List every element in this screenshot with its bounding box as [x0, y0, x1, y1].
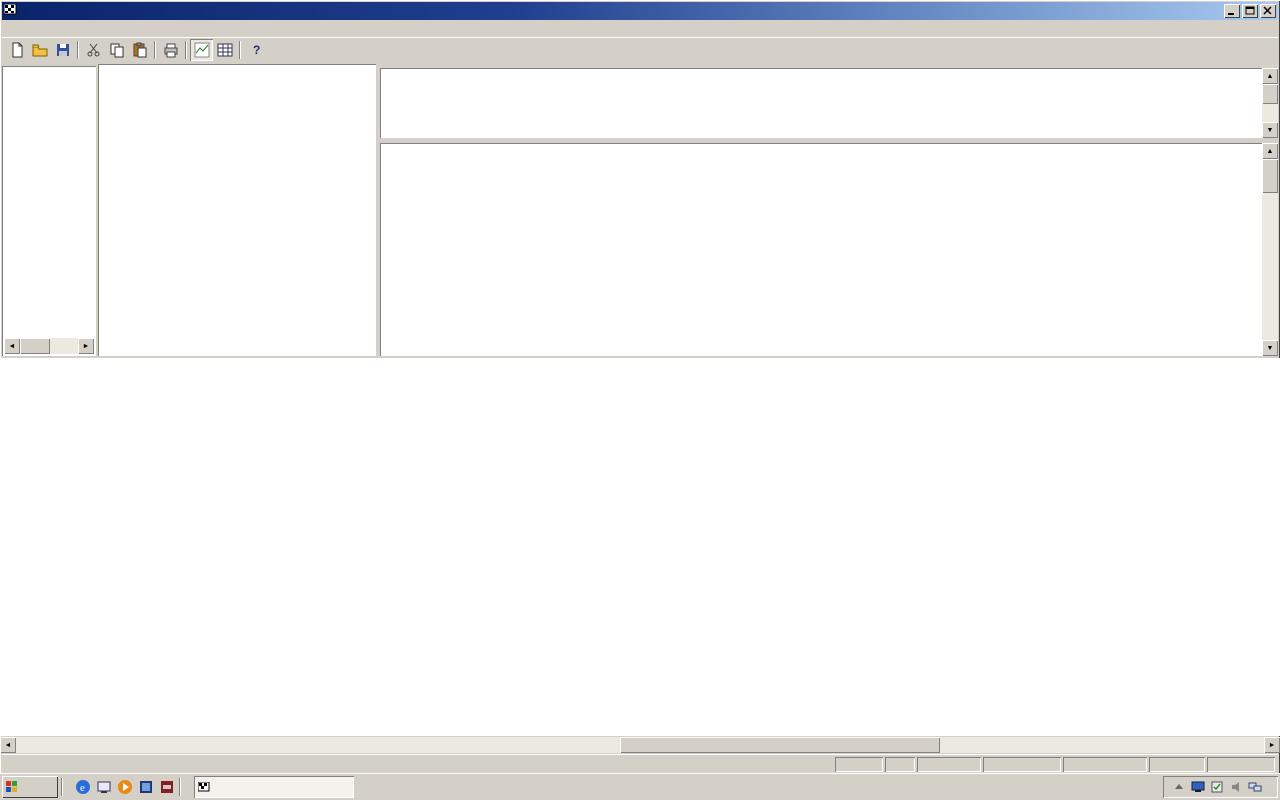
taskbar-separator — [179, 778, 181, 796]
status-distance — [917, 757, 981, 772]
status-integration-method — [1207, 757, 1275, 772]
main-area: ◄ ► ▲ ▼ ▲ — [0, 62, 1280, 358]
menu-bar — [2, 20, 1278, 37]
paste-icon — [132, 42, 148, 58]
status-longitude — [1063, 757, 1147, 772]
application-window: ? ◄ ► ▲ ▼ — [0, 0, 1280, 800]
new-document-icon — [9, 42, 25, 58]
toolbar-separator — [239, 41, 241, 59]
status-avg-label — [885, 757, 915, 772]
menu-view[interactable] — [26, 28, 38, 30]
hidden-icons-button[interactable] — [1171, 780, 1186, 795]
menu-edit[interactable] — [14, 28, 26, 30]
title-bar[interactable] — [2, 2, 1278, 20]
status-bar — [2, 754, 1278, 773]
chart-horizontal-scrollbar[interactable]: ◄ ► — [0, 737, 1280, 753]
scroll-up-button[interactable]: ▲ — [1262, 68, 1278, 84]
taskbar-separator — [61, 778, 63, 796]
line-chart-icon — [194, 42, 210, 58]
scroll-down-button[interactable]: ▼ — [1262, 122, 1278, 138]
menu-file[interactable] — [2, 28, 14, 30]
volume-icon[interactable] — [1228, 780, 1243, 795]
system-tray — [1163, 776, 1278, 798]
scroll-down-button[interactable]: ▼ — [1262, 340, 1278, 356]
table-grid-icon — [217, 42, 233, 58]
print-button[interactable] — [159, 39, 182, 61]
speed-time-chart[interactable] — [0, 358, 1280, 736]
scrollbar-thumb[interactable] — [1262, 84, 1278, 104]
scrollbar-thumb[interactable] — [620, 737, 940, 753]
maximize-button[interactable] — [1242, 4, 1258, 18]
app-icon — [198, 782, 210, 792]
save-button[interactable] — [51, 39, 74, 61]
divisions-tree-panel: ◄ ► — [2, 66, 96, 356]
menu-help[interactable] — [50, 28, 62, 30]
toolbar-separator — [77, 41, 79, 59]
taskbar: e — [0, 773, 1280, 800]
scroll-right-button[interactable]: ► — [1264, 737, 1280, 753]
internet-explorer-icon[interactable]: e — [74, 778, 92, 796]
show-desktop-icon[interactable] — [95, 778, 113, 796]
network-icon[interactable] — [1247, 780, 1262, 795]
task-scheduler-icon[interactable] — [1209, 780, 1224, 795]
open-button[interactable] — [28, 39, 51, 61]
help-button[interactable]: ? — [244, 39, 267, 61]
scroll-right-button[interactable]: ► — [78, 338, 94, 354]
status-latitude — [983, 757, 1061, 772]
toolbar-separator — [185, 41, 187, 59]
grid-view-button[interactable] — [213, 39, 236, 61]
runs-table: ▲ ▼ — [380, 68, 1278, 138]
app-icon — [4, 4, 18, 19]
minimize-button[interactable] — [1224, 4, 1240, 18]
start-button[interactable] — [2, 776, 58, 798]
scrollbar-thumb[interactable] — [1262, 159, 1278, 193]
points-table-scrollbar[interactable]: ▲ ▼ — [1262, 143, 1278, 356]
runs-table-scrollbar[interactable]: ▲ ▼ — [1262, 68, 1278, 138]
media-player-icon[interactable] — [116, 778, 134, 796]
task-button-2sec[interactable] — [194, 776, 354, 798]
toolbar-separator — [154, 41, 156, 59]
paste-button[interactable] — [128, 39, 151, 61]
status-time — [1149, 757, 1205, 772]
scroll-up-button[interactable]: ▲ — [1262, 143, 1278, 159]
quick-launch: e — [74, 778, 176, 796]
print-icon — [163, 42, 179, 58]
copy-icon — [109, 42, 125, 58]
menu-tools[interactable] — [38, 28, 50, 30]
scroll-left-button[interactable]: ◄ — [0, 737, 16, 753]
svg-text:?: ? — [253, 43, 260, 57]
speed-graph-toggle-button[interactable] — [190, 39, 213, 61]
app-shortcut-icon-2[interactable] — [158, 778, 176, 796]
cut-button[interactable] — [82, 39, 105, 61]
scissors-icon — [86, 42, 102, 58]
tables-panel: ▲ ▼ ▲ ▼ — [380, 64, 1278, 358]
scrollbar-thumb[interactable] — [20, 338, 50, 354]
track-map-panel[interactable] — [98, 64, 376, 356]
toolbar: ? — [2, 37, 1278, 62]
scroll-left-button[interactable]: ◄ — [4, 338, 20, 354]
app-shortcut-icon[interactable] — [137, 778, 155, 796]
points-table: ▲ ▼ — [380, 143, 1278, 356]
svg-text:e: e — [80, 782, 85, 794]
windows-logo-icon — [5, 780, 19, 794]
close-button[interactable] — [1260, 4, 1276, 18]
copy-button[interactable] — [105, 39, 128, 61]
status-avg-speed — [835, 757, 883, 772]
open-folder-icon — [32, 42, 48, 58]
tree-horizontal-scrollbar[interactable]: ◄ ► — [4, 338, 94, 354]
display-settings-icon[interactable] — [1190, 780, 1205, 795]
new-button[interactable] — [5, 39, 28, 61]
save-icon — [55, 42, 71, 58]
help-icon: ? — [248, 42, 264, 58]
